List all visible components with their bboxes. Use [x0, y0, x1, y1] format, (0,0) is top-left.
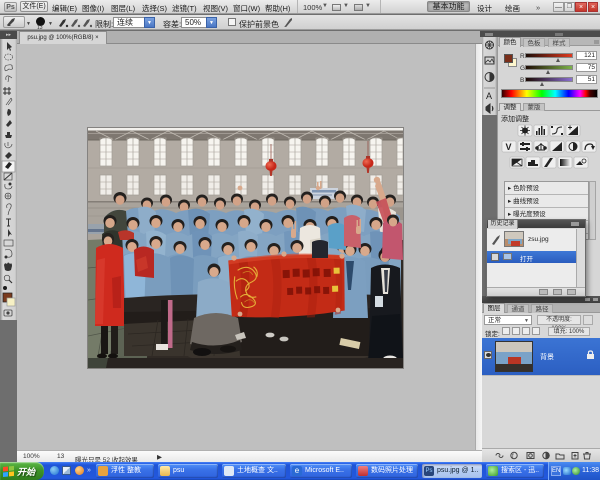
svg-text:A: A [486, 91, 492, 101]
svg-text:V: V [506, 142, 512, 152]
